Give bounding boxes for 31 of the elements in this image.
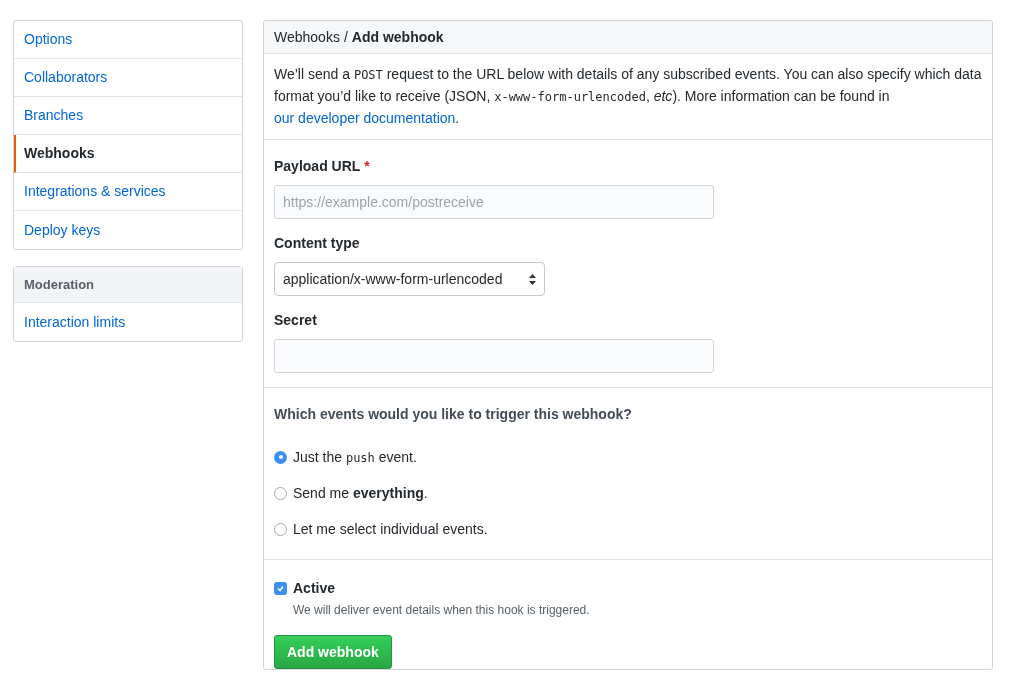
sidebar-item[interactable]: Webhooks [14,135,242,173]
radio-label: Just the push event. [293,447,417,467]
radio-button[interactable] [274,450,287,464]
text-input[interactable] [274,339,714,373]
breadcrumb-parent[interactable]: Webhooks [274,26,340,48]
sidebar-item[interactable]: Integrations & services [14,173,242,211]
sort-icon [529,273,536,285]
events-question: Which events would you like to trigger this webhook? [274,405,633,424]
sidebar-item[interactable]: Deploy keys [14,211,242,249]
text-input[interactable]: https://example.com/postreceive [274,185,714,219]
menu-heading: Moderation [14,267,242,303]
sidebar-item[interactable]: Collaborators [14,59,242,97]
sidebar-item[interactable]: Interaction limits [14,303,242,341]
field-label: Payload URL [274,157,361,176]
intro-text: We’ll send a POST request to the URL below with details of any subscribed events. You can also specify which data format you’d like to receive (JSON, x-www-form-urlencoded, etc). More information can be found in our developer documentation. [264,54,992,140]
active-checkbox[interactable] [274,582,287,595]
radio-label: Let me select individual events. [293,519,488,539]
breadcrumb-separator: / [343,27,348,47]
radio-label: Send me everything. [293,483,428,503]
field-label: Content type [274,234,360,253]
sidebar-item[interactable]: Branches [14,97,242,135]
page-title: Add webhook [351,27,444,47]
checkbox-label: Active [293,579,336,598]
sidebar-item[interactable]: Options [14,21,242,59]
checkbox-note: We will deliver event details when this hook is triggered. [293,602,591,619]
radio-button[interactable] [274,522,287,536]
required-mark: * [364,157,370,176]
radio-button[interactable] [274,486,287,500]
checkmark-icon [276,584,285,593]
content-type-select[interactable]: application/x-www-form-urlencoded [274,262,545,296]
field-label: Secret [274,311,317,330]
